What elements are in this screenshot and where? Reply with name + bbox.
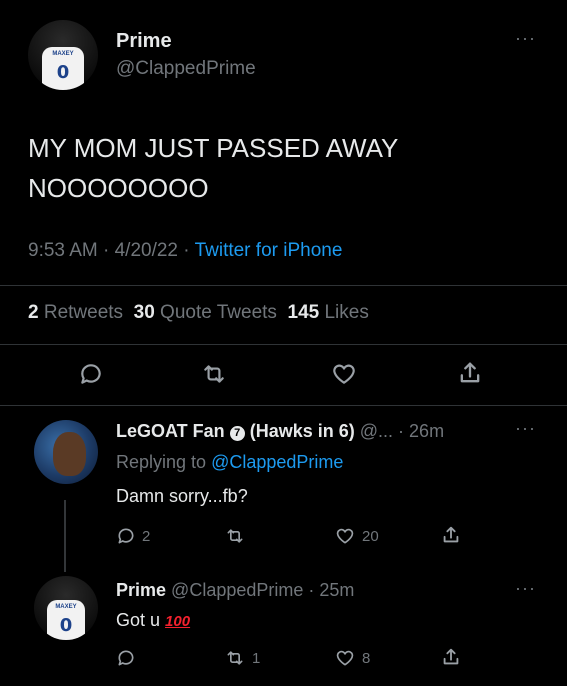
reply2-time[interactable]: · 25m — [308, 580, 354, 600]
reply-icon — [118, 528, 134, 544]
replying-to-handle[interactable]: @ClappedPrime — [211, 452, 343, 472]
reply1-like-button[interactable]: 20 — [334, 526, 379, 546]
reply2-handle[interactable]: @ClappedPrime — [171, 580, 303, 600]
like-icon — [336, 528, 354, 544]
share-icon — [460, 362, 480, 383]
retweets-label: Retweets — [43, 302, 124, 323]
share-icon — [443, 526, 459, 543]
reply1-replying-to: Replying to @ClappedPrime — [116, 452, 343, 473]
quotes-count: 30 — [133, 302, 155, 323]
meta-separator: · — [178, 240, 195, 261]
retweet-icon — [227, 651, 243, 665]
likes-stat[interactable]: 145 Likes — [288, 302, 369, 323]
retweet-icon — [204, 365, 224, 383]
more-icon[interactable]: ··· — [515, 28, 536, 49]
thread-line — [64, 500, 66, 572]
reply2-avatar[interactable]: MAXEY 0 — [34, 576, 98, 640]
main-display-name[interactable]: Prime — [116, 30, 172, 53]
divider — [0, 285, 567, 286]
tweet-source[interactable]: Twitter for iPhone — [195, 240, 343, 261]
likes-label: Likes — [324, 302, 369, 323]
tweet-text-line1: MY MOM JUST PASSED AWAY — [28, 133, 399, 163]
reply1-like-count: 20 — [362, 527, 379, 545]
reply1-share-button[interactable] — [440, 524, 462, 546]
reply-icon — [118, 650, 134, 666]
reply1-display-name[interactable]: LeGOAT Fan — [116, 421, 225, 441]
likes-count: 145 — [287, 302, 320, 323]
tweet-text-line2: NOOOOOOOO — [28, 173, 209, 203]
reply2-like-button[interactable]: 8 — [334, 648, 370, 668]
reply1-header: LeGOAT Fan 7 (Hawks in 6) @... · 26m — [116, 421, 444, 442]
reply1-text: Damn sorry...fb? — [116, 486, 248, 506]
divider — [0, 344, 567, 345]
reply1-avatar[interactable] — [34, 420, 98, 484]
reply1-handle[interactable]: @... — [360, 421, 393, 441]
avatar-face — [53, 431, 87, 477]
jersey-name: MAXEY — [55, 603, 77, 610]
reply2-display-name[interactable]: Prime — [116, 580, 166, 600]
jersey-graphic: MAXEY 0 — [42, 46, 84, 90]
more-icon[interactable]: ··· — [515, 578, 536, 599]
reply2-header: Prime @ClappedPrime · 25m — [116, 580, 354, 601]
reply1-retweet-button[interactable] — [224, 526, 252, 546]
reply2-text-row: Got u 100 — [116, 610, 190, 631]
reply2-reply-button[interactable] — [116, 648, 142, 668]
reply2-share-button[interactable] — [440, 646, 462, 668]
reply2-retweet-count: 1 — [252, 649, 261, 667]
jersey-graphic: MAXEY 0 — [46, 600, 86, 640]
share-icon — [443, 648, 459, 665]
share-button[interactable] — [456, 359, 484, 387]
tweet-text: MY MOM JUST PASSED AWAY NOOOOOOOO — [28, 128, 398, 208]
reply2-like-count: 8 — [362, 649, 371, 667]
retweets-stat[interactable]: 2 Retweets — [28, 302, 123, 323]
reply-icon — [81, 364, 101, 384]
reply2-text: Got u — [116, 610, 161, 630]
verified-icon: 7 — [229, 425, 245, 441]
tweet-time[interactable]: 9:53 AM — [28, 240, 98, 261]
like-icon — [333, 364, 355, 384]
tweet-stats: 2 Retweets 30 Quote Tweets 145 Likes — [28, 302, 369, 324]
like-button[interactable] — [330, 361, 358, 387]
replying-to-label: Replying to — [116, 452, 207, 472]
retweet-button[interactable] — [200, 361, 228, 387]
reply1-reply-button[interactable]: 2 — [116, 526, 150, 546]
jersey-number: 0 — [59, 614, 73, 636]
hundred-points-icon: 100 — [165, 613, 191, 630]
main-avatar[interactable]: MAXEY 0 — [28, 20, 98, 90]
tweet-date[interactable]: 4/20/22 — [115, 240, 178, 261]
reply1-reply-count: 2 — [142, 527, 151, 545]
tweet-meta: 9:53 AM · 4/20/22 · Twitter for iPhone — [28, 240, 342, 262]
retweet-icon — [227, 529, 243, 543]
jersey-name: MAXEY — [52, 50, 74, 57]
divider — [0, 405, 567, 406]
reply2-retweet-button[interactable]: 1 — [224, 648, 260, 668]
retweets-count: 2 — [28, 302, 39, 323]
like-icon — [336, 650, 354, 666]
reply-button[interactable] — [78, 361, 104, 387]
more-icon[interactable]: ··· — [515, 418, 536, 439]
quotes-label: Quote Tweets — [160, 302, 277, 323]
quotes-stat[interactable]: 30 Quote Tweets — [134, 302, 277, 323]
meta-separator: · — [97, 240, 115, 261]
main-handle[interactable]: @ClappedPrime — [116, 58, 256, 80]
jersey-number: 0 — [56, 62, 70, 84]
reply1-name-suffix[interactable]: (Hawks in 6) — [250, 421, 355, 441]
reply1-time[interactable]: · 26m — [398, 421, 444, 441]
